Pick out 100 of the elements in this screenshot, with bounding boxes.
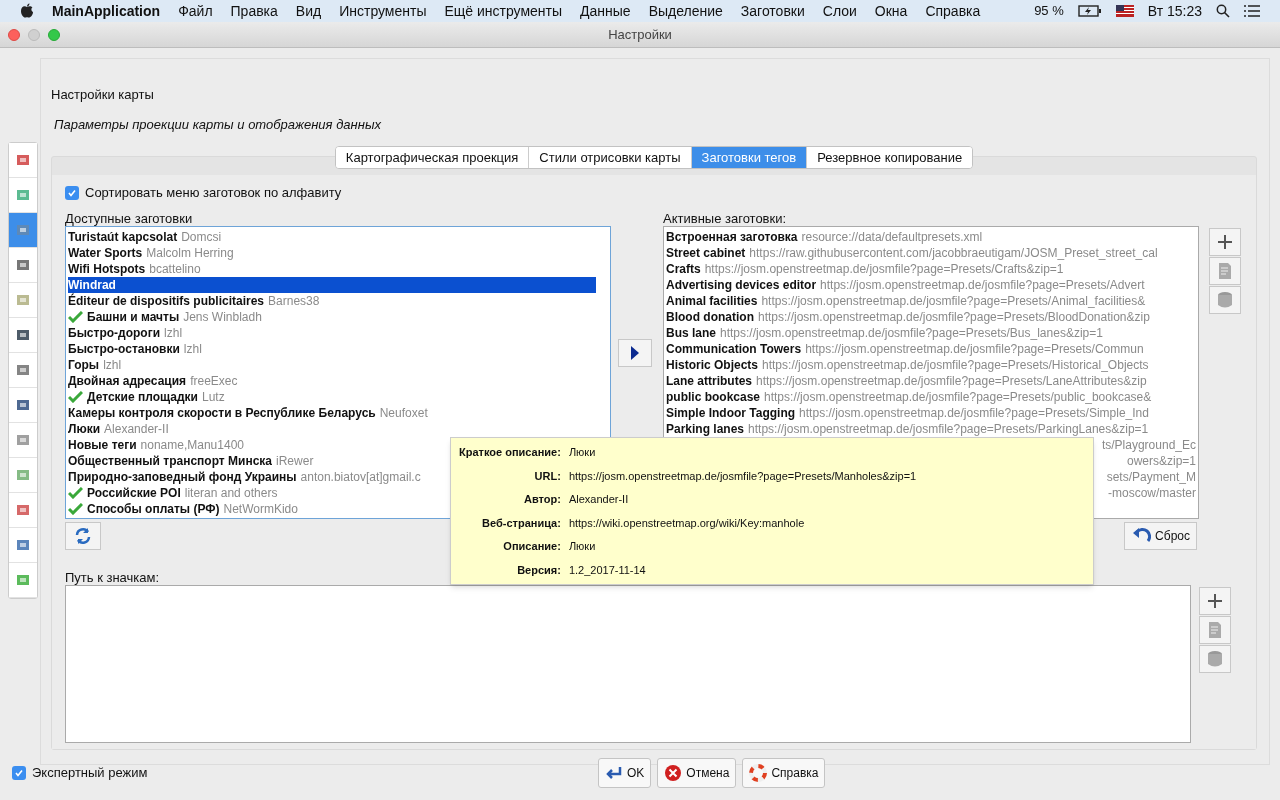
menu-item[interactable]: Слои [822,0,857,22]
preset-row[interactable]: Детские площадки Lutz [68,388,596,405]
right-triangle-icon [630,345,640,360]
plus-icon [1216,232,1234,251]
us-flag-icon[interactable] [1115,5,1134,17]
field-label: Путь к значкам: [65,569,160,585]
preference-icon [15,327,31,343]
active-preset-row[interactable]: Parking lanes https://josm.openstreetmap.de/josmfile?page=Presets/ParkingLanes&zip=1 [666,420,1198,437]
sidebar-tab[interactable] [9,213,37,248]
dialog-button[interactable]: Справка [742,758,826,788]
active-preset-row[interactable]: Animal facilities https://josm.openstreetmap.de/josmfile?page=Presets/Animal_facilities& [666,292,1198,309]
preset-row[interactable]: Горы lzhl [68,356,596,373]
preset-row[interactable]: Люки Alexander-II [68,420,596,437]
preset-row[interactable]: Turistaút kapcsolat Domcsi [68,228,596,245]
battery-charging-icon[interactable] [1077,5,1102,17]
preset-row[interactable]: Wifi Hotspots bcattelino [68,260,596,277]
menu-item[interactable]: Заготовки [740,0,805,22]
menu-item[interactable]: Окна [874,0,908,22]
active-preset-row[interactable]: Blood donation https://josm.openstreetmap.de/josmfile?page=Presets/BloodDonation&zip [666,308,1198,325]
tooltip-key: URL: [459,467,561,484]
tooltip-value: Люки [568,445,597,460]
preference-icon [15,397,31,413]
checkbox-label: Экспертный режим [32,764,148,783]
plus-icon [1206,591,1224,610]
preference-icon [15,432,31,448]
menu-item[interactable]: Файл [178,0,213,22]
checkbox[interactable] [12,766,26,780]
menu-item[interactable]: Выделение [648,0,723,22]
search-icon[interactable] [1216,4,1230,18]
active-preset-row[interactable]: public bookcase https://josm.openstreetmap.de/josmfile?page=Presets/public_bookcase& [666,388,1198,405]
menu-item[interactable]: Инструменты [339,0,427,22]
reset-button[interactable]: Сброс [1124,521,1197,550]
list-label: Активные заготовки: [663,210,788,226]
preference-icon [15,362,31,378]
menu-item[interactable]: Правка [230,0,278,22]
active-preset-row[interactable]: Встроенная заготовка resource://data/defaultpresets.xml [666,228,1198,245]
preset-row[interactable]: Быстро-дороги lzhl [68,324,596,341]
active-preset-row[interactable]: Historic Objects https://josm.openstreetmap.de/josmfile?page=Presets/Historical_Objects [666,356,1198,373]
menu-item[interactable]: Данные [580,0,631,22]
preset-row[interactable]: Башни и мачты Jens Winbladh [68,308,596,325]
preference-icon [15,222,31,238]
menu-item[interactable]: Вид [295,0,322,22]
document-icon [1217,261,1233,280]
checkmark-icon [68,390,83,403]
add-preset-button[interactable] [618,338,652,367]
tooltip-key: Автор: [459,491,561,508]
delete-button[interactable] [1209,285,1241,314]
apple-logo-icon [20,3,34,19]
preference-icon [15,292,31,308]
active-preset-row[interactable]: Advertising devices editor https://josm.openstreetmap.de/josmfile?page=Presets/Advert [666,276,1198,293]
list-label: Доступные заготовки [65,210,194,226]
menu-item[interactable]: Ещё инструменты [444,0,563,22]
trash-can-icon [1217,290,1233,309]
dialog-button[interactable]: OK [598,758,652,788]
tooltip-value: 1.2_2017-11-14 [568,562,647,578]
tab[interactable]: Картографическая проекция [335,147,530,168]
preference-icon [15,152,31,168]
sidebar-tab[interactable] [9,143,37,178]
tooltip-value: Alexander-II [568,492,630,507]
refresh-button[interactable] [65,521,101,550]
tooltip-key: Версия: [459,561,561,578]
list-icon[interactable] [1244,5,1260,17]
tooltip-key: Краткое описание: [459,444,561,461]
add-button[interactable] [1209,227,1241,256]
active-preset-row[interactable]: Lane attributes https://josm.openstreetmap.de/josmfile?page=Presets/LaneAttributes&zip [666,372,1198,389]
preset-row[interactable]: Камеры контроля скорости в Республике Беларусь Neufoxet [68,404,596,421]
menu-item[interactable]: Справка [925,0,981,22]
app-menu[interactable]: MainApplication [52,0,161,22]
refresh-arrows-icon [73,525,93,546]
preset-row[interactable]: Windrad [68,276,596,293]
active-preset-row[interactable]: Communication Towers https://josm.openstreetmap.de/josmfile?page=Presets/Commun [666,340,1198,357]
checkmark-icon [68,310,83,323]
preference-icon [15,537,31,553]
active-preset-row[interactable]: Simple Indoor Tagging https://josm.openstreetmap.de/josmfile?page=Presets/Simple_Ind [666,404,1198,421]
checkbox[interactable] [65,185,79,200]
checkmark-icon [68,486,83,499]
dialog-button[interactable]: Отмена [657,758,737,788]
tooltip-value: https://wiki.openstreetmap.org/wiki/Key:manhole [568,515,806,531]
preset-row[interactable]: Быстро-остановки lzhl [68,340,596,357]
checkbox-label: Сортировать меню заготовок по алфавиту [85,184,342,202]
preference-icon [15,467,31,483]
close-button[interactable] [8,28,20,41]
stop-sign-icon [664,764,683,782]
preference-icon [15,257,31,273]
preference-icon [15,187,31,203]
maximize-button[interactable] [48,28,60,41]
active-preset-row[interactable]: Bus lane https://josm.openstreetmap.de/josmfile?page=Presets/Bus_lanes&zip=1 [666,324,1198,341]
preset-row[interactable]: Éditeur de dispositifs publicitaires Barnes38 [68,292,596,309]
tooltip-value: https://josm.openstreetmap.de/josmfile?page=Presets/Manholes&zip=1 [568,468,918,484]
preset-row[interactable]: Water Sports Malcolm Herring [68,244,596,261]
page-subtitle: Параметры проекции карты и отображения данных [54,115,382,134]
clock[interactable]: Вт 15:23 [1147,0,1202,22]
tooltip-key: Описание: [459,538,561,555]
preset-row[interactable]: Двойная адресация freeExec [68,372,596,389]
battery-percent: 95 % [1034,2,1064,21]
delete-button[interactable] [1199,644,1231,673]
active-preset-row[interactable]: Crafts https://josm.openstreetmap.de/josmfile?page=Presets/Crafts&zip=1 [666,260,1198,277]
return-arrow-icon [605,765,623,781]
add-button[interactable] [1199,586,1231,615]
active-preset-row[interactable]: Street cabinet https://raw.githubusercontent.com/jacobbraeutigam/JOSM_Preset_street_cal [666,244,1198,261]
